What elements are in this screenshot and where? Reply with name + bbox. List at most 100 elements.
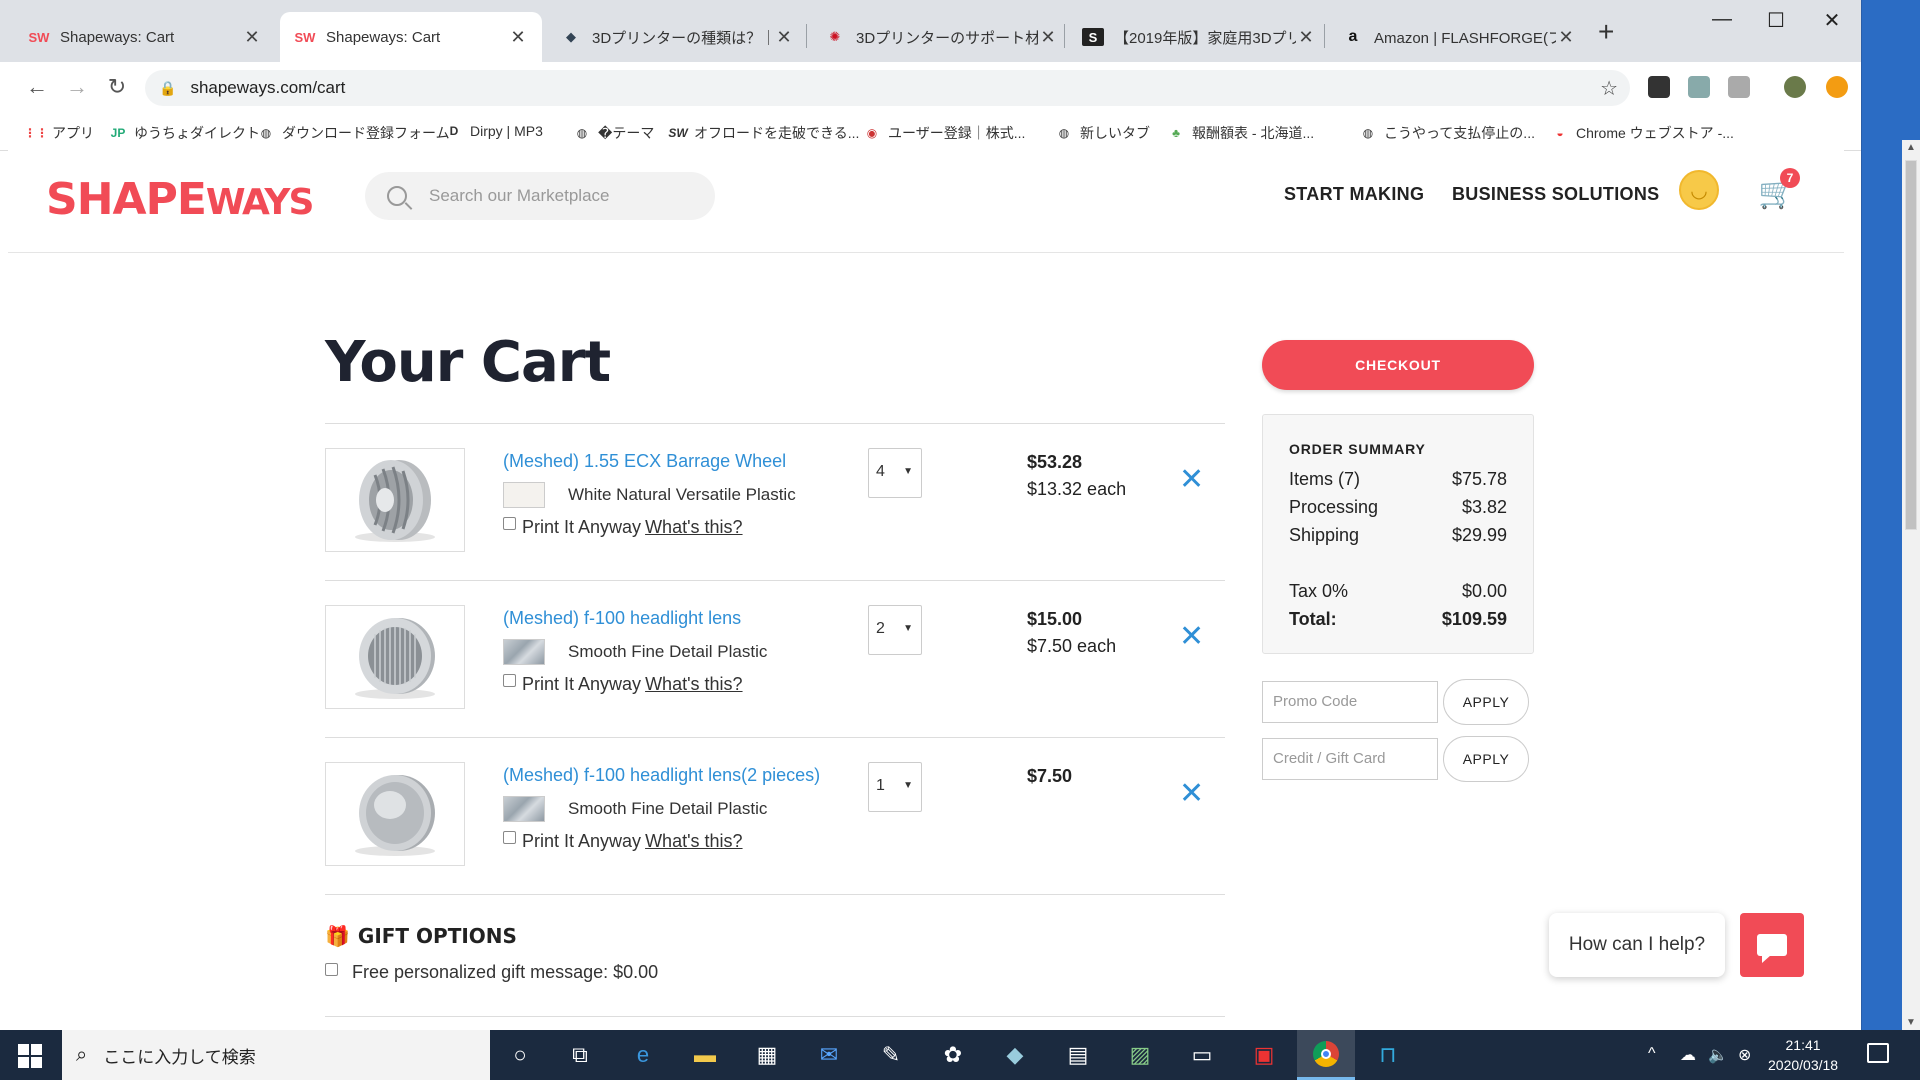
calculator-icon[interactable]: ▤	[1063, 1040, 1093, 1070]
download-extension-icon[interactable]	[1728, 76, 1750, 98]
chat-button[interactable]	[1740, 913, 1804, 977]
chrome-taskbar-icon[interactable]	[1297, 1030, 1355, 1080]
flashprint-icon[interactable]: ▣	[1249, 1040, 1279, 1070]
whats-this-link[interactable]: What's this?	[645, 831, 742, 852]
notifications-icon[interactable]	[1867, 1043, 1889, 1063]
whats-this-link[interactable]: What's this?	[645, 517, 742, 538]
clock[interactable]: 21:41 2020/03/18	[1768, 1035, 1838, 1075]
app-icon-1[interactable]: ✎	[876, 1040, 906, 1070]
close-icon[interactable]: ✕	[1296, 27, 1316, 48]
close-icon[interactable]: ✕	[508, 27, 528, 48]
print-anyway-checkbox[interactable]	[503, 831, 516, 844]
amazon-favicon: a	[1348, 28, 1358, 45]
whats-this-link[interactable]: What's this?	[645, 674, 742, 695]
product-thumbnail[interactable]	[325, 605, 465, 709]
app-icon-3[interactable]: ▭	[1187, 1040, 1217, 1070]
gift-message-checkbox[interactable]	[325, 963, 338, 976]
app-icon-2[interactable]: ◆	[1000, 1040, 1030, 1070]
mail-icon[interactable]: ✉	[814, 1040, 844, 1070]
print-anyway-label: Print It Anyway	[522, 831, 642, 851]
bookmark-item[interactable]: D Dirpy | MP3	[446, 123, 543, 139]
print-anyway-option: Print It Anyway What's this?	[503, 831, 743, 852]
chat-prompt[interactable]: How can I help?	[1549, 913, 1725, 977]
close-icon[interactable]: ✕	[774, 27, 794, 48]
tab-0[interactable]: SW Shapeways: Cart ✕	[14, 12, 276, 62]
maximize-icon[interactable]: ☐	[1756, 8, 1796, 33]
close-icon[interactable]: ✕	[1556, 27, 1576, 48]
nav-start-making[interactable]: START MAKING	[1284, 184, 1424, 205]
remove-item-icon[interactable]: ✕	[1179, 619, 1204, 654]
chevron-up-icon[interactable]: ^	[1648, 1045, 1656, 1063]
tab-4[interactable]: S 【2019年版】家庭用3Dプリン ✕	[1068, 12, 1330, 62]
quantity-select[interactable]: 4 ▼	[868, 448, 922, 498]
minimize-icon[interactable]: —	[1702, 8, 1742, 31]
quantity-value: 1	[876, 777, 885, 794]
cast-extension-icon[interactable]	[1688, 76, 1710, 98]
tab-2[interactable]: ◆ 3Dプリンターの種類は？｜初心 ✕	[546, 12, 808, 62]
bookmark-star-icon[interactable]: ☆	[1600, 76, 1618, 101]
quantity-select[interactable]: 1 ▼	[868, 762, 922, 812]
network-icon[interactable]: ⊗	[1738, 1045, 1751, 1065]
taskbar-search-placeholder: ここに入力して検索	[103, 1047, 256, 1067]
task-view-icon[interactable]: ⧉	[565, 1040, 595, 1070]
wheel-image	[355, 460, 435, 542]
remove-item-icon[interactable]: ✕	[1179, 462, 1204, 497]
product-thumbnail[interactable]	[325, 762, 465, 866]
tab-1[interactable]: SW Shapeways: Cart ✕	[280, 12, 542, 62]
product-thumbnail[interactable]	[325, 448, 465, 552]
close-icon[interactable]: ✕	[242, 27, 262, 48]
taskbar-search-input[interactable]: ⌕ ここに入力して検索	[62, 1030, 490, 1080]
product-name-link[interactable]: (Meshed) f-100 headlight lens	[503, 608, 741, 629]
user-avatar[interactable]: ◡	[1679, 170, 1719, 210]
store-icon[interactable]: ▦	[752, 1040, 782, 1070]
marketplace-search-input[interactable]: Search our Marketplace	[365, 172, 715, 220]
forward-icon[interactable]: →	[62, 74, 92, 100]
shapeways-logo[interactable]: SHAPEWAYS	[46, 174, 314, 225]
back-icon[interactable]: ←	[22, 74, 52, 100]
print-anyway-checkbox[interactable]	[503, 674, 516, 687]
product-name-link[interactable]: (Meshed) f-100 headlight lens(2 pieces)	[503, 765, 820, 786]
page-scrollbar[interactable]: ▲ ▼	[1902, 140, 1920, 1030]
logo-shape-text: SHAPE	[46, 174, 207, 225]
paint-icon[interactable]: ✿	[938, 1040, 968, 1070]
apply-gift-card-button[interactable]: APPLY	[1443, 736, 1529, 782]
address-bar[interactable]: 🔒 shapeways.com/cart ☆	[145, 70, 1630, 106]
order-summary-title: ORDER SUMMARY	[1289, 441, 1426, 457]
bookmark-label: Dirpy | MP3	[470, 123, 543, 139]
apply-promo-button[interactable]: APPLY	[1443, 679, 1529, 725]
chart-app-icon[interactable]: ▨	[1125, 1040, 1155, 1070]
volume-icon[interactable]: 🔈	[1708, 1045, 1728, 1065]
checkout-button[interactable]: CHECKOUT	[1262, 340, 1534, 390]
summary-row-processing: Processing $3.82	[1289, 497, 1507, 517]
promo-code-input[interactable]: Promo Code	[1262, 681, 1438, 723]
tab-5[interactable]: a Amazon | FLASHFORGE(フラ ✕	[1328, 12, 1590, 62]
print-anyway-checkbox[interactable]	[503, 517, 516, 530]
remove-item-icon[interactable]: ✕	[1179, 776, 1204, 811]
material-swatch	[503, 796, 545, 822]
gift-card-input[interactable]: Credit / Gift Card	[1262, 738, 1438, 780]
scroll-down-icon[interactable]: ▼	[1902, 1017, 1920, 1028]
update-alert-icon[interactable]	[1826, 76, 1848, 98]
cortana-icon[interactable]: ○	[505, 1040, 535, 1070]
nav-business-solutions[interactable]: BUSINESS SOLUTIONS	[1452, 184, 1659, 205]
tab-3[interactable]: ✺ 3Dプリンターのサポート材完全 ✕	[810, 12, 1072, 62]
close-icon[interactable]: ✕	[1038, 27, 1058, 48]
globe-icon: ◍	[1058, 126, 1070, 140]
tab-title: 3Dプリンターのサポート材完全	[856, 29, 1038, 47]
window-close-icon[interactable]: ✕	[1812, 8, 1852, 33]
terminal-extension-icon[interactable]	[1648, 76, 1670, 98]
profile-avatar[interactable]	[1784, 76, 1806, 98]
clock-time: 21:41	[1785, 1037, 1821, 1053]
scrollbar-thumb[interactable]	[1905, 160, 1917, 530]
product-name-link[interactable]: (Meshed) 1.55 ECX Barrage Wheel	[503, 451, 786, 472]
reload-icon[interactable]: ↻	[102, 74, 132, 100]
file-explorer-icon[interactable]: ▬	[690, 1040, 720, 1070]
line-price: $7.50	[1027, 766, 1073, 786]
windows-start-icon[interactable]	[18, 1044, 42, 1068]
onedrive-icon[interactable]: ☁	[1680, 1045, 1696, 1065]
scroll-up-icon[interactable]: ▲	[1902, 142, 1920, 153]
quantity-select[interactable]: 2 ▼	[868, 605, 922, 655]
edge-icon[interactable]: e	[628, 1040, 658, 1070]
app-icon-4[interactable]: ⊓	[1373, 1040, 1403, 1070]
new-tab-icon[interactable]: +	[1598, 16, 1614, 48]
